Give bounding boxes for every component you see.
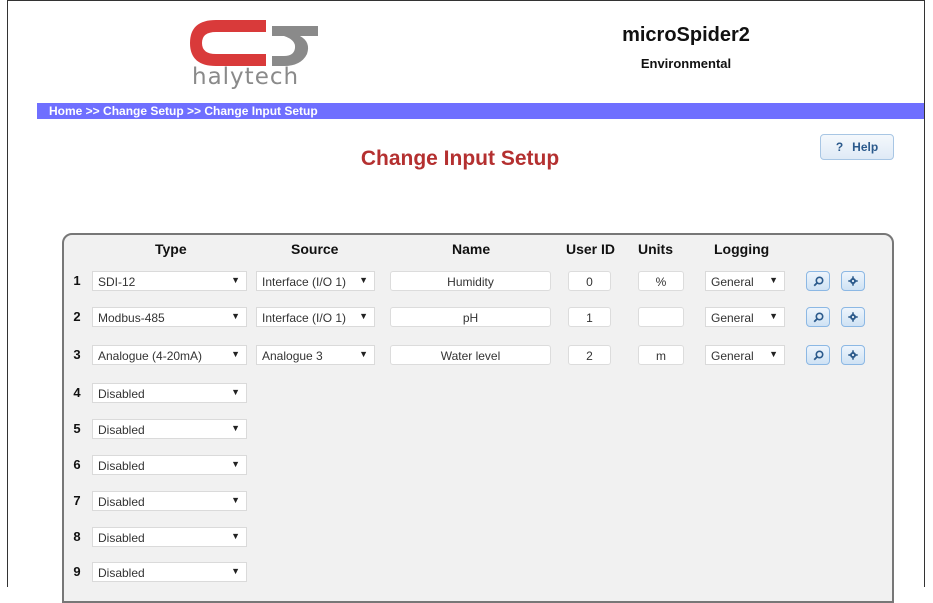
- type-select-value: Disabled: [98, 459, 145, 473]
- type-select[interactable]: Disabled ▼: [92, 419, 247, 439]
- row-number: 3: [73, 347, 81, 362]
- page-title: Change Input Setup: [360, 147, 560, 170]
- logging-select-value: General: [711, 311, 754, 325]
- breadcrumb-change-setup[interactable]: Change Setup: [103, 104, 184, 118]
- type-select-value: Disabled: [98, 566, 145, 580]
- breadcrumb-current: Change Input Setup: [204, 104, 318, 118]
- breadcrumb: Home >> Change Setup >> Change Input Set…: [49, 104, 318, 118]
- column-header-units: Units: [638, 241, 673, 257]
- column-header-type: Type: [155, 241, 187, 257]
- view-button[interactable]: [806, 271, 830, 291]
- chevron-down-icon: ▼: [231, 531, 240, 541]
- chevron-down-icon: ▼: [359, 349, 368, 359]
- user-id-field[interactable]: 1: [568, 307, 611, 327]
- search-icon: [813, 275, 824, 286]
- chevron-down-icon: ▼: [231, 275, 240, 285]
- device-subtitle: Environmental: [640, 56, 732, 71]
- logging-select[interactable]: General ▼: [705, 345, 785, 365]
- type-select[interactable]: Disabled ▼: [92, 455, 247, 475]
- chevron-down-icon: ▼: [231, 459, 240, 469]
- source-select[interactable]: Analogue 3 ▼: [256, 345, 375, 365]
- units-field[interactable]: [638, 307, 684, 327]
- name-field[interactable]: Water level: [390, 345, 551, 365]
- breadcrumb-separator: >>: [82, 104, 104, 118]
- name-field[interactable]: pH: [390, 307, 551, 327]
- chevron-down-icon: ▼: [769, 311, 778, 321]
- logging-select[interactable]: General ▼: [705, 271, 785, 291]
- view-button[interactable]: [806, 307, 830, 327]
- type-select-value: Disabled: [98, 495, 145, 509]
- units-field[interactable]: m: [638, 345, 684, 365]
- logging-select-value: General: [711, 275, 754, 289]
- configure-button[interactable]: [841, 345, 865, 365]
- device-name: microSpider2: [622, 24, 750, 46]
- breadcrumb-bar: Home >> Change Setup >> Change Input Set…: [37, 103, 924, 119]
- type-select[interactable]: SDI-12 ▼: [92, 271, 247, 291]
- source-select-value: Analogue 3: [262, 349, 323, 363]
- user-id-field[interactable]: 0: [568, 271, 611, 291]
- search-icon: [813, 349, 824, 360]
- help-button[interactable]: ? Help: [820, 134, 894, 160]
- source-select-value: Interface (I/O 1): [262, 275, 347, 289]
- type-select[interactable]: Disabled ▼: [92, 491, 247, 511]
- gear-icon: [848, 312, 858, 322]
- row-number: 5: [73, 421, 81, 436]
- type-select-value: SDI-12: [98, 275, 136, 289]
- row-number: 7: [73, 493, 81, 508]
- type-select-value: Disabled: [98, 531, 145, 545]
- chevron-down-icon: ▼: [231, 423, 240, 433]
- type-select[interactable]: Disabled ▼: [92, 562, 247, 582]
- name-field[interactable]: Humidity: [390, 271, 551, 291]
- chevron-down-icon: ▼: [769, 275, 778, 285]
- configure-button[interactable]: [841, 271, 865, 291]
- chevron-down-icon: ▼: [359, 311, 368, 321]
- source-select-value: Interface (I/O 1): [262, 311, 347, 325]
- view-button[interactable]: [806, 345, 830, 365]
- breadcrumb-separator: >>: [183, 104, 205, 118]
- logging-select[interactable]: General ▼: [705, 307, 785, 327]
- chevron-down-icon: ▼: [359, 275, 368, 285]
- chevron-down-icon: ▼: [231, 349, 240, 359]
- units-field[interactable]: %: [638, 271, 684, 291]
- question-icon: ?: [835, 140, 844, 154]
- row-number: 6: [73, 457, 81, 472]
- type-select[interactable]: Modbus-485 ▼: [92, 307, 247, 327]
- row-number: 1: [73, 273, 81, 288]
- chevron-down-icon: ▼: [231, 387, 240, 397]
- row-number: 8: [73, 529, 81, 544]
- gear-icon: [848, 276, 858, 286]
- chevron-down-icon: ▼: [769, 349, 778, 359]
- row-number: 4: [73, 385, 81, 400]
- row-number: 2: [73, 309, 81, 324]
- type-select-value: Disabled: [98, 423, 145, 437]
- source-select[interactable]: Interface (I/O 1) ▼: [256, 307, 375, 327]
- type-select[interactable]: Disabled ▼: [92, 527, 247, 547]
- column-header-name: Name: [452, 241, 491, 257]
- search-icon: [813, 311, 824, 322]
- logging-select-value: General: [711, 349, 754, 363]
- column-header-user-id: User ID: [566, 241, 616, 257]
- row-number: 9: [73, 564, 81, 579]
- chevron-down-icon: ▼: [231, 311, 240, 321]
- chevron-down-icon: ▼: [231, 495, 240, 505]
- type-select[interactable]: Analogue (4-20mA) ▼: [92, 345, 247, 365]
- user-id-field[interactable]: 2: [568, 345, 611, 365]
- help-label: Help: [852, 140, 879, 154]
- configure-button[interactable]: [841, 307, 865, 327]
- gear-icon: [848, 350, 858, 360]
- type-select-value: Analogue (4-20mA): [98, 349, 203, 363]
- column-header-logging: Logging: [714, 241, 770, 257]
- type-select[interactable]: Disabled ▼: [92, 383, 247, 403]
- type-select-value: Modbus-485: [98, 311, 165, 325]
- type-select-value: Disabled: [98, 387, 145, 401]
- breadcrumb-home[interactable]: Home: [49, 104, 82, 118]
- column-header-source: Source: [291, 241, 339, 257]
- source-select[interactable]: Interface (I/O 1) ▼: [256, 271, 375, 291]
- chevron-down-icon: ▼: [231, 566, 240, 576]
- logo-text: halytech: [192, 64, 300, 90]
